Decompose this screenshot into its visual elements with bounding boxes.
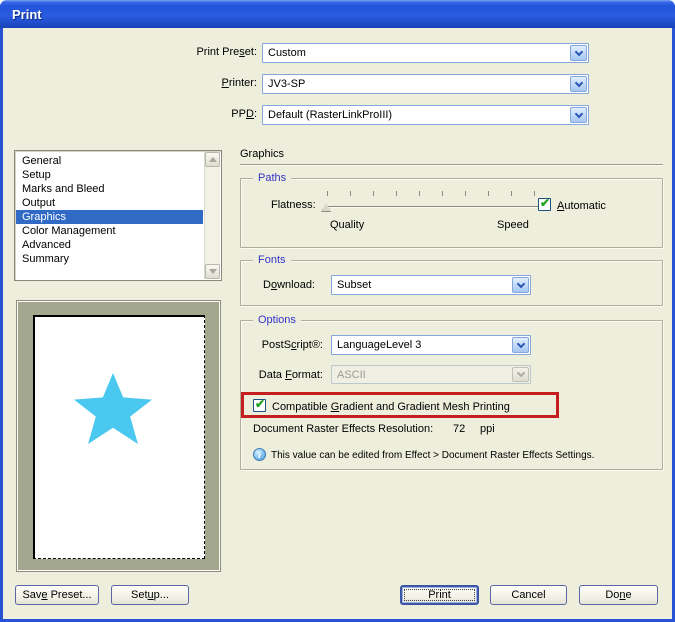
preview-page xyxy=(33,315,205,559)
scroll-down-button[interactable] xyxy=(205,264,220,279)
paths-group: Paths Flatness: Quality Speed ✔ Automati… xyxy=(240,178,663,248)
print-preset-value: Custom xyxy=(268,47,306,59)
sidebar-item-marks-and-bleed[interactable]: Marks and Bleed xyxy=(16,182,203,196)
sidebar-item-summary[interactable]: Summary xyxy=(16,252,203,266)
chevron-down-icon xyxy=(574,78,582,86)
flatness-slider-thumb[interactable] xyxy=(321,203,331,211)
download-select[interactable]: Subset xyxy=(331,275,531,295)
quality-label: Quality xyxy=(330,219,364,231)
info-icon: i xyxy=(253,448,266,461)
data-format-dropdown-button xyxy=(512,367,529,382)
heading-divider xyxy=(240,164,663,166)
print-preset-label: Print Preset: xyxy=(123,46,257,58)
scroll-up-button[interactable] xyxy=(205,152,220,167)
print-preview xyxy=(16,300,221,572)
setup-button[interactable]: Setup... xyxy=(111,585,189,605)
print-dialog: Print Print Preset: Custom Printer: JV3-… xyxy=(0,0,675,622)
data-format-label: Data Format: xyxy=(251,369,323,381)
sidebar-item-graphics[interactable]: Graphics xyxy=(16,210,203,224)
chevron-down-icon xyxy=(516,339,524,347)
fonts-group: Fonts Download: Subset xyxy=(240,260,663,306)
ppd-select[interactable]: Default (RasterLinkProIII) xyxy=(262,105,589,125)
download-value: Subset xyxy=(337,279,371,291)
options-legend: Options xyxy=(253,314,301,326)
chevron-down-icon xyxy=(516,279,524,287)
postscript-dropdown-button[interactable] xyxy=(512,337,529,353)
cancel-button[interactable]: Cancel xyxy=(490,585,567,605)
automatic-label: Automatic xyxy=(557,200,606,212)
print-preset-dropdown-button[interactable] xyxy=(570,45,587,61)
printer-value: JV3-SP xyxy=(268,78,305,90)
raster-note: This value can be edited from Effect > D… xyxy=(271,450,594,461)
print-preset-row: Print Preset: Custom xyxy=(3,43,603,63)
settings-list: General Setup Marks and Bleed Output Gra… xyxy=(14,150,222,281)
dialog-body: Print Preset: Custom Printer: JV3-SP PPD… xyxy=(3,28,672,619)
printer-select[interactable]: JV3-SP xyxy=(262,74,589,94)
save-preset-button[interactable]: Save Preset... xyxy=(15,585,99,605)
chevron-up-icon xyxy=(209,157,217,162)
done-button[interactable]: Done xyxy=(579,585,658,605)
print-button[interactable]: Print xyxy=(400,585,479,605)
chevron-down-icon xyxy=(209,269,217,274)
titlebar[interactable]: Print xyxy=(0,0,675,28)
sidebar-item-color-management[interactable]: Color Management xyxy=(16,224,203,238)
postscript-value: LanguageLevel 3 xyxy=(337,339,421,351)
postscript-select[interactable]: LanguageLevel 3 xyxy=(331,335,531,355)
chevron-down-icon xyxy=(574,109,582,117)
panel-heading: Graphics xyxy=(240,148,284,160)
flatness-slider-ticks xyxy=(327,191,535,196)
ppd-dropdown-button[interactable] xyxy=(570,107,587,123)
star-artwork xyxy=(74,373,152,447)
printer-row: Printer: JV3-SP xyxy=(3,74,603,94)
window-title: Print xyxy=(12,7,42,22)
chevron-down-icon xyxy=(574,47,582,55)
sidebar-item-output[interactable]: Output xyxy=(16,196,203,210)
paths-legend: Paths xyxy=(253,172,291,184)
printer-label: Printer: xyxy=(123,77,257,89)
raster-resolution-label: Document Raster Effects Resolution: xyxy=(253,423,433,435)
chevron-down-icon xyxy=(516,369,524,377)
ppd-row: PPD: Default (RasterLinkProIII) xyxy=(3,105,603,125)
raster-resolution-unit: ppi xyxy=(480,423,495,435)
raster-resolution-value: 72 xyxy=(453,423,465,435)
ppd-value: Default (RasterLinkProIII) xyxy=(268,109,392,121)
speed-label: Speed xyxy=(497,219,529,231)
fonts-legend: Fonts xyxy=(253,254,291,266)
data-format-value: ASCII xyxy=(337,369,366,381)
focus-ring xyxy=(404,589,475,601)
printer-dropdown-button[interactable] xyxy=(570,76,587,92)
sidebar-item-advanced[interactable]: Advanced xyxy=(16,238,203,252)
download-dropdown-button[interactable] xyxy=(512,277,529,293)
flatness-slider-track[interactable] xyxy=(324,206,538,208)
postscript-label: PostScript®: xyxy=(251,339,323,351)
sidebar-item-general[interactable]: General xyxy=(16,154,203,168)
check-icon: ✔ xyxy=(540,196,550,210)
annotation-highlight-box xyxy=(241,392,559,418)
flatness-label: Flatness: xyxy=(271,199,316,211)
automatic-checkbox[interactable]: ✔ xyxy=(538,198,551,211)
print-preset-select[interactable]: Custom xyxy=(262,43,589,63)
list-scrollbar[interactable] xyxy=(204,152,220,279)
sidebar-item-setup[interactable]: Setup xyxy=(16,168,203,182)
ppd-label: PPD: xyxy=(123,108,257,120)
data-format-select: ASCII xyxy=(331,365,531,384)
download-label: Download: xyxy=(263,279,315,291)
